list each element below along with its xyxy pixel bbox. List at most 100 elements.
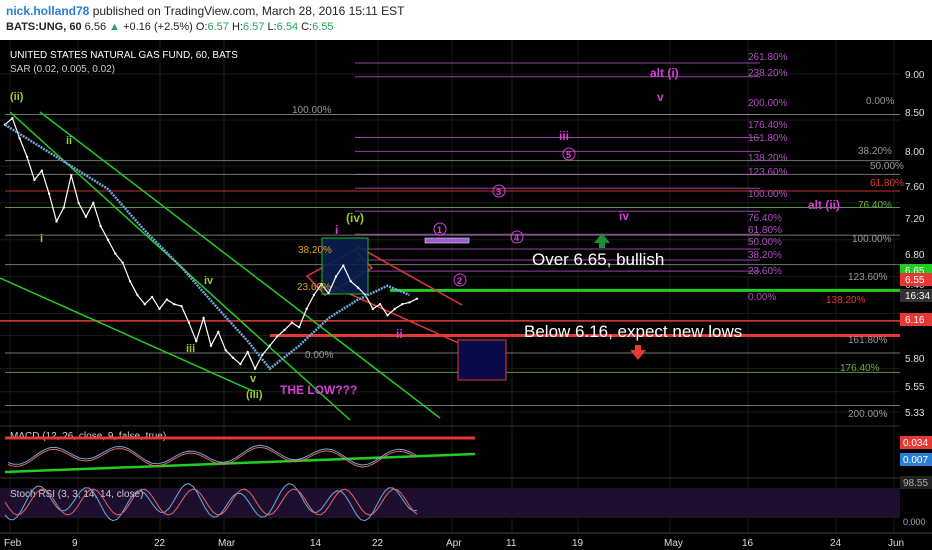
y-tick-9: 5.55 — [905, 382, 925, 393]
x-tick-7: 11 — [506, 538, 517, 549]
price-point-38 — [283, 328, 286, 332]
price-point-16 — [121, 261, 124, 264]
price-point-48 — [356, 286, 360, 289]
price-tag-3: 6.16 — [905, 315, 925, 326]
fib-label-23: 176.40% — [840, 363, 880, 374]
price-point-37 — [275, 335, 279, 338]
wave-label-7: (iv) — [346, 211, 364, 225]
price-point-14 — [106, 238, 110, 241]
wave-label-16: 1 — [437, 225, 442, 235]
high-value: 6.57 — [242, 21, 265, 33]
y-tick-0: 9.00 — [905, 70, 925, 81]
wave-label-19: 4 — [514, 233, 519, 243]
fib-label-7: 100.00% — [748, 189, 788, 200]
y-tick-4: 7.20 — [905, 214, 925, 225]
wave-label-18: 3 — [496, 187, 501, 197]
chart-title: UNITED STATES NATURAL GAS FUND, 60, BATS — [10, 50, 238, 61]
price-point-47 — [349, 280, 352, 283]
fib-label-26: 38.20% — [298, 245, 332, 256]
fib-label-3: 176.40% — [748, 120, 788, 131]
macd-tag-1: 0.007 — [903, 455, 928, 466]
wave-label-8: i — [335, 223, 338, 237]
price-point-24 — [180, 304, 183, 308]
purple-marker — [424, 237, 470, 244]
publish-line: nick.holland78 published on TradingView.… — [6, 4, 404, 18]
price-point-34 — [253, 367, 257, 370]
fib-label-0: 261.80% — [748, 52, 788, 63]
bullish-annotation: Over 6.65, bullish — [532, 250, 664, 269]
price-point-30 — [224, 349, 227, 352]
price-point-15 — [114, 252, 117, 255]
fib-label-19: 123.60% — [848, 272, 888, 283]
price-point-36 — [268, 344, 271, 347]
price-point-5 — [40, 169, 43, 172]
fib-label-10: 50.00% — [748, 237, 782, 248]
wave-label-2: i — [40, 233, 43, 245]
open-label: O: — [195, 21, 208, 33]
fib-label-13: 0.00% — [866, 96, 894, 107]
chart-background — [0, 40, 932, 550]
price-point-10 — [77, 201, 80, 205]
wave-label-17: 2 — [457, 276, 462, 286]
price-point-54 — [401, 303, 404, 306]
fib-label-28: 0.00% — [305, 350, 333, 361]
wave-label-5: v — [250, 373, 257, 385]
fib-label-9: 61.80% — [748, 225, 782, 236]
stoch-tag-0: 98.55 — [903, 478, 928, 489]
close-value: 6.55 — [312, 21, 334, 33]
price-point-42 — [312, 293, 316, 297]
price-point-29 — [217, 330, 220, 334]
price-point-20 — [150, 295, 154, 299]
x-tick-0: Feb — [4, 538, 22, 549]
fib-label-1: 238.20% — [748, 68, 788, 79]
stoch-y-tick-0: 0.000 — [903, 517, 926, 527]
fib-label-12: 23.60% — [748, 266, 782, 277]
price-point-52 — [386, 314, 389, 317]
price-point-23 — [173, 303, 176, 306]
price-point-28 — [209, 344, 213, 347]
author-link[interactable]: nick.holland78 — [6, 4, 89, 18]
fib-label-4: 161.80% — [748, 133, 788, 144]
price-point-6 — [47, 192, 51, 195]
wave-label-10: iii — [559, 129, 569, 143]
open-value: 6.57 — [207, 21, 229, 33]
macd-tag-0: 0.034 — [903, 438, 928, 449]
x-tick-4: 14 — [310, 538, 322, 549]
fib-label-17: 76.40% — [858, 200, 892, 211]
wave-label-14: alt (ii) — [808, 198, 840, 212]
published-text: published on TradingView.com, March 28, … — [92, 4, 405, 18]
x-tick-5: 22 — [372, 538, 384, 549]
fib-label-27: 23.60% — [297, 282, 331, 293]
x-tick-10: 16 — [742, 538, 754, 549]
price-point-12 — [92, 201, 95, 205]
price-chart[interactable]: MACD (12, 26, close, 9, false, true)0.03… — [0, 40, 932, 550]
x-tick-1: 9 — [72, 538, 78, 549]
fib-label-22: 161.80% — [848, 335, 888, 346]
wave-label-1: ii — [66, 135, 72, 147]
y-tick-8: 5.80 — [905, 354, 925, 365]
price-point-22 — [165, 298, 168, 301]
high-label: H: — [231, 21, 243, 33]
x-tick-3: Mar — [218, 538, 236, 549]
bearish-annotation: Below 6.16, expect new lows — [524, 322, 742, 341]
price-tag-1: 6.55 — [905, 275, 925, 286]
fib-label-11: 38.20% — [748, 250, 782, 261]
chart-header: nick.holland78 published on TradingView.… — [0, 0, 932, 40]
price-point-11 — [84, 215, 88, 218]
symbol-label: BATS:UNG, 60 — [6, 21, 82, 33]
wave-label-4: iii — [186, 343, 195, 355]
low-value: 6.54 — [276, 21, 299, 33]
last-price: 6.56 — [84, 21, 107, 33]
fib-label-6: 123.60% — [748, 167, 788, 178]
low-label: L: — [267, 21, 277, 33]
y-tick-5: 6.80 — [905, 250, 925, 261]
price-point-35 — [261, 353, 264, 357]
price-point-41 — [305, 307, 308, 311]
wave-label-0: (ii) — [10, 91, 24, 103]
sar-indicator-label: SAR (0.02, 0.005, 0.02) — [10, 64, 115, 75]
price-point-2 — [18, 137, 21, 140]
price-point-33 — [246, 350, 249, 354]
y-tick-2: 8.00 — [905, 147, 925, 158]
price-point-21 — [158, 307, 161, 311]
x-tick-6: Apr — [446, 538, 462, 549]
